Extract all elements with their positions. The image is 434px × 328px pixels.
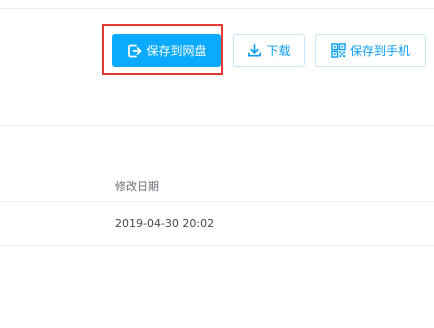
column-header-modified-date: 修改日期 [115, 180, 159, 193]
save-to-netdisk-button[interactable]: 保存到网盘 [112, 34, 221, 67]
toolbar-divider [0, 125, 434, 126]
save-to-netdisk-label: 保存到网盘 [146, 44, 207, 58]
header-divider [0, 201, 434, 202]
cell-modified-date: 2019-04-30 20:02 [115, 217, 215, 230]
row-divider [0, 245, 434, 246]
download-icon [247, 43, 262, 58]
save-to-phone-label: 保存到手机 [349, 44, 410, 58]
qr-phone-icon [331, 43, 346, 58]
save-export-icon [126, 43, 142, 59]
top-border [0, 8, 434, 9]
download-button[interactable]: 下载 [233, 34, 305, 67]
save-to-phone-button[interactable]: 保存到手机 [315, 34, 426, 67]
download-label: 下载 [266, 44, 291, 58]
